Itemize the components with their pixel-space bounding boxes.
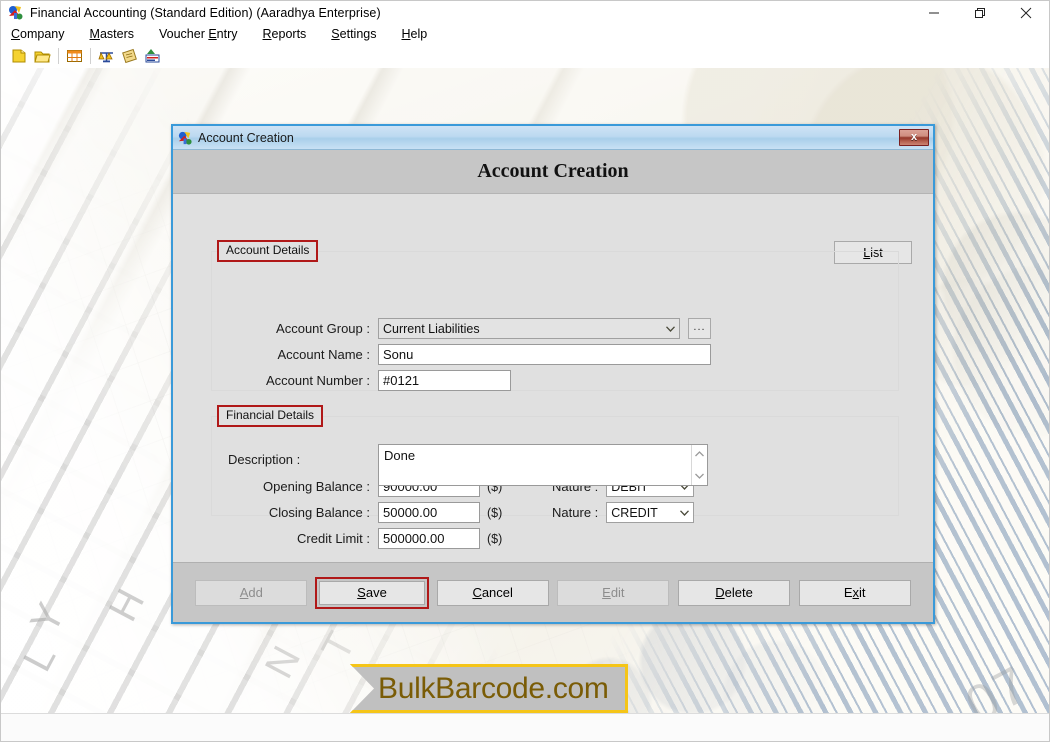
account-name-input[interactable]: Sonu <box>378 344 711 365</box>
app-logo-icon <box>7 4 24 21</box>
scroll-up-icon[interactable] <box>692 447 708 461</box>
description-value: Done <box>384 448 416 463</box>
dialog-body: List Account Details Account Group : Cur… <box>173 194 933 562</box>
closing-balance-value: 50000.00 <box>383 505 438 520</box>
toolbar-separator <box>58 48 59 64</box>
delete-button-wrap: Delete <box>674 579 795 606</box>
watermark-text: BulkBarcode.com <box>378 671 609 705</box>
menubar: Company Masters Voucher Entry Reports Se… <box>1 24 1049 44</box>
save-button-highlight: Save <box>315 576 429 609</box>
edit-button[interactable]: Edit <box>557 579 670 606</box>
restore-icon[interactable] <box>957 1 1003 24</box>
closing-nature-label: Nature : <box>552 505 599 520</box>
closing-nature-select[interactable]: CREDIT <box>606 502 695 523</box>
add-button-label: Add <box>239 585 263 600</box>
account-number-input[interactable]: #0121 <box>378 370 511 391</box>
chevron-down-icon <box>661 319 679 338</box>
account-number-value: #0121 <box>383 373 420 388</box>
closing-nature-value: CREDIT <box>611 505 658 520</box>
closing-balance-currency: ($) <box>487 505 503 520</box>
edit-button-wrap: Edit <box>553 579 674 606</box>
menu-item-settings[interactable]: Settings <box>331 27 389 41</box>
cancel-button-wrap: Cancel <box>432 579 553 606</box>
description-scrollbar[interactable] <box>691 445 707 485</box>
window-controls <box>911 1 1049 24</box>
account-creation-dialog: Account Creation x Account Creation List… <box>171 124 935 624</box>
credit-limit-value: 500000.00 <box>383 531 445 546</box>
window-titlebar: Financial Accounting (Standard Edition) … <box>1 1 1049 24</box>
dialog-header: Account Creation <box>173 150 933 194</box>
account-name-label: Account Name : <box>277 347 371 362</box>
financial-details-legend: Financial Details <box>217 405 324 427</box>
menu-item-voucher-entry[interactable]: Voucher Entry <box>159 27 251 41</box>
closing-balance-input[interactable]: 50000.00 <box>378 502 480 523</box>
watermark-arrow <box>350 664 374 713</box>
new-document-icon[interactable] <box>9 46 30 66</box>
account-number-row: Account Number : #0121 <box>228 370 868 391</box>
account-group-label: Account Group : <box>276 321 370 336</box>
delete-button[interactable]: Delete <box>678 579 791 606</box>
menu-item-help[interactable]: Help <box>401 27 440 41</box>
account-group-value: Current Liabilities <box>383 321 480 336</box>
account-details-legend: Account Details <box>217 240 319 262</box>
add-button-wrap: Add <box>191 579 312 606</box>
ellipsis-icon: ... <box>693 320 706 333</box>
dialog-footer: Add Save Cancel Edit Delete Exit <box>173 562 933 622</box>
account-number-label: Account Number : <box>265 373 370 388</box>
balance-scale-icon[interactable] <box>96 46 117 66</box>
minimize-icon[interactable] <box>911 1 957 24</box>
account-name-row: Account Name : Sonu <box>228 344 868 365</box>
watermark-banner: BulkBarcode.com <box>350 664 628 713</box>
close-icon[interactable] <box>1003 1 1049 24</box>
delete-button-label: Delete <box>715 585 753 600</box>
menu-item-reports[interactable]: Reports <box>263 27 320 41</box>
statusbar <box>1 713 1049 741</box>
credit-limit-row: Credit Limit : 500000.00 ($) <box>228 528 868 549</box>
credit-limit-input[interactable]: 500000.00 <box>378 528 480 549</box>
closing-balance-label: Closing Balance : <box>268 505 370 520</box>
account-group-select[interactable]: Current Liabilities <box>378 318 680 339</box>
closing-balance-row: Closing Balance : 50000.00 ($) Nature : … <box>228 502 868 523</box>
page-title: Account Creation <box>477 160 629 182</box>
save-button-wrap: Save <box>312 576 433 609</box>
exit-button[interactable]: Exit <box>798 579 911 606</box>
cancel-button-label: Cancel <box>472 585 513 600</box>
scroll-down-icon[interactable] <box>692 469 708 483</box>
edit-button-label: Edit <box>602 585 625 600</box>
dialog-title: Account Creation <box>198 130 294 145</box>
close-icon: x <box>910 131 918 143</box>
open-folder-icon[interactable] <box>32 46 53 66</box>
exit-button-label: Exit <box>843 585 866 600</box>
account-group-row: Account Group : Current Liabilities ... <box>228 318 868 339</box>
credit-limit-label: Credit Limit : <box>297 531 370 546</box>
account-group-browse-button[interactable]: ... <box>688 318 711 339</box>
desktop-area: Y L H N T 07 Accou <box>1 68 1049 713</box>
toolbar <box>1 44 1049 68</box>
menu-item-masters[interactable]: Masters <box>90 27 147 41</box>
watermark-body: BulkBarcode.com <box>374 664 628 713</box>
description-textarea[interactable]: Done <box>378 444 708 486</box>
cancel-button[interactable]: Cancel <box>436 579 549 606</box>
save-button-label: Save <box>357 585 387 600</box>
account-name-value: Sonu <box>383 347 414 362</box>
save-button[interactable]: Save <box>319 580 425 605</box>
description-label: Description : <box>228 452 301 467</box>
exit-button-wrap: Exit <box>794 579 915 606</box>
app-logo-icon <box>177 130 193 146</box>
toolbar-separator <box>90 48 91 64</box>
dialog-close-button[interactable]: x <box>899 129 929 146</box>
application-window: Financial Accounting (Standard Edition) … <box>0 0 1050 742</box>
opening-balance-label: Opening Balance : <box>263 479 370 494</box>
menu-item-company[interactable]: Company <box>11 27 78 41</box>
voucher-diamond-icon[interactable] <box>119 46 140 66</box>
credit-limit-currency: ($) <box>487 531 503 546</box>
ledger-table-icon[interactable] <box>64 46 85 66</box>
report-chart-icon[interactable] <box>142 46 163 66</box>
app-title: Financial Accounting (Standard Edition) … <box>30 5 381 20</box>
dialog-titlebar: Account Creation x <box>173 126 933 150</box>
chevron-down-icon <box>675 503 693 522</box>
add-button[interactable]: Add <box>195 579 308 606</box>
